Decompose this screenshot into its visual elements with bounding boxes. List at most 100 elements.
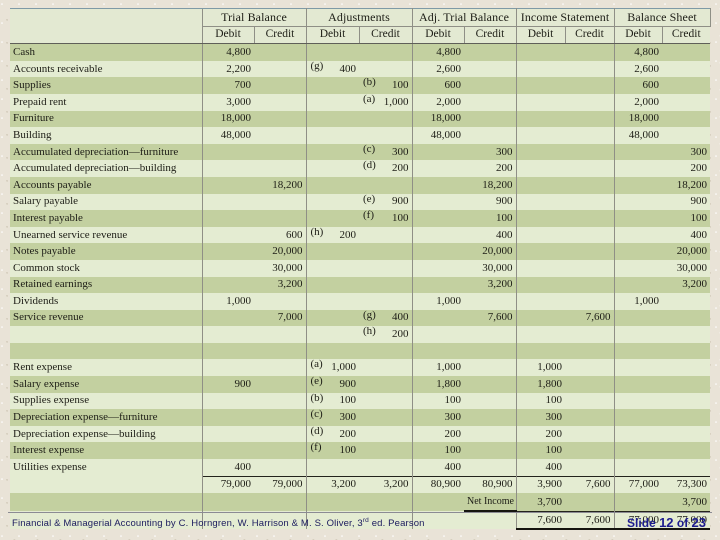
worksheet-row: Retained earnings 3,200 3,200 3,200	[10, 276, 711, 294]
adj-credit-cell	[359, 409, 412, 426]
adj-debit-cell: (e) 900	[305, 376, 359, 393]
bs-debit-cell	[613, 193, 663, 211]
adj-credit-cell: (d) 200	[359, 160, 412, 177]
atb-credit-cell	[464, 77, 516, 94]
bs-debit-cell: 4,800	[613, 43, 663, 61]
bs-credit-cell	[662, 342, 711, 360]
bs-debit-cell	[613, 359, 663, 377]
total-adj-credit: 3,200	[359, 475, 412, 494]
bs-debit-cell: 48,000	[613, 127, 663, 144]
worksheet-row: Depreciation expense—building (d) 200 200 20…	[10, 425, 711, 443]
adj-credit-cell	[359, 43, 412, 61]
is-credit-cell	[565, 442, 615, 460]
is-debit-cell	[515, 77, 565, 94]
is-credit-cell	[565, 60, 615, 78]
atb-debit-cell: 18,000	[411, 110, 464, 128]
adj-debit-cell	[305, 193, 359, 211]
tb-credit-cell	[254, 60, 306, 78]
is-credit-cell	[565, 425, 615, 443]
bs-debit-cell	[613, 409, 663, 426]
bs-credit-cell: 400	[662, 226, 711, 244]
atb-debit-cell	[411, 143, 464, 161]
account-name-cell: Interest expense	[10, 442, 203, 460]
credit-text-main: Financial & Managerial Accounting by C. …	[12, 518, 363, 530]
account-name-cell: Building	[10, 127, 203, 144]
adj-debit-cell: (g) 400	[305, 60, 359, 78]
sub-header-is-debit: Debit	[515, 25, 565, 45]
bs-debit-cell: 2,000	[613, 93, 663, 111]
tb-debit-cell: 48,000	[201, 127, 254, 144]
atb-credit-cell	[464, 110, 516, 128]
account-name-cell: Prepaid rent	[10, 93, 203, 111]
worksheet-row: Salary expense 900 (e) 900 1,800 1,800	[10, 376, 711, 393]
tb-debit-cell	[201, 176, 254, 194]
tb-credit-cell	[254, 459, 306, 477]
is-credit-cell: 7,600	[565, 309, 615, 327]
adj-debit-cell	[305, 127, 359, 144]
slide-counter-prefix: Slide	[627, 516, 660, 530]
is-credit-cell	[565, 342, 615, 360]
is-credit-cell	[565, 77, 615, 94]
adjustment-ref-tag: (d)	[310, 425, 324, 437]
adj-credit-cell: (g) 400	[359, 309, 412, 327]
sub-header-atb-credit: Credit	[463, 25, 516, 45]
adj-debit-cell	[305, 293, 359, 310]
account-name-cell: Furniture	[10, 110, 203, 128]
bs-debit-cell	[613, 259, 663, 277]
atb-credit-cell	[464, 60, 516, 78]
column-sub-header-row: Debit Credit Debit Credit Debit Credit D…	[10, 25, 711, 45]
is-debit-cell	[515, 342, 565, 360]
adj-debit-cell	[305, 259, 359, 277]
account-name-cell: Cash	[10, 43, 203, 61]
adj-credit-cell	[359, 425, 412, 443]
sub-header-atb-debit: Debit	[411, 25, 464, 45]
bs-debit-cell	[613, 442, 663, 460]
bs-credit-cell	[662, 93, 711, 111]
adj-debit-cell: (c) 300	[305, 409, 359, 426]
atb-credit-cell	[464, 359, 516, 377]
adj-debit-cell	[305, 342, 359, 360]
is-credit-cell	[565, 409, 615, 426]
worksheet-row: Supplies expense (b) 100 100 100	[10, 392, 711, 410]
tb-credit-cell	[254, 359, 306, 377]
worksheet-row: Building 48,000 48,000 48,000	[10, 127, 711, 144]
atb-debit-cell	[411, 309, 464, 327]
adjustment-ref-tag: (a)	[310, 359, 323, 371]
atb-debit-cell	[411, 193, 464, 211]
tb-debit-cell	[201, 143, 254, 161]
adj-debit-cell	[305, 176, 359, 194]
is-credit-cell	[565, 243, 615, 260]
worksheet-row: Salary payable (e) 900 900 900	[10, 193, 711, 211]
worksheet-row: Interest payable (f) 100 100 100	[10, 210, 711, 227]
tb-credit-cell	[254, 293, 306, 310]
tb-credit-cell	[254, 93, 306, 111]
bs-credit-cell	[662, 409, 711, 426]
tb-debit-cell	[201, 326, 254, 343]
worksheet-row: Prepaid rent 3,000 (a) 1,000 2,000 2,000	[10, 93, 711, 111]
tb-credit-cell: 600	[254, 226, 306, 244]
bs-credit-cell: 30,000	[662, 259, 711, 277]
bs-debit-cell	[613, 210, 663, 227]
total-bs-debit: 77,000	[613, 475, 663, 494]
is-debit-cell	[515, 43, 565, 61]
is-debit-cell	[515, 110, 565, 128]
tb-credit-cell	[254, 77, 306, 94]
group-header-trial-balance: Trial Balance	[201, 8, 307, 27]
tb-debit-cell	[201, 210, 254, 227]
adj-debit-cell: (f) 100	[305, 442, 359, 460]
worksheet-row: Accounts receivable 2,200 (g) 400 2,600 2,600	[10, 60, 711, 78]
total-tb-debit: 79,000	[201, 475, 254, 494]
net-income-is-credit	[565, 493, 615, 512]
atb-credit-cell	[464, 459, 516, 477]
is-debit-cell	[515, 176, 565, 194]
is-debit-cell	[515, 326, 565, 343]
bs-credit-cell: 100	[662, 210, 711, 227]
is-debit-cell	[515, 127, 565, 144]
tb-debit-cell	[201, 160, 254, 177]
account-name-cell: Accumulated depreciation—building	[10, 160, 203, 177]
worksheet-row: Cash 4,800 4,800 4,800	[10, 43, 711, 61]
atb-debit-cell	[411, 176, 464, 194]
is-credit-cell	[565, 359, 615, 377]
accounting-worksheet-table: Trial Balance Adjustments Adj. Trial Bal…	[10, 8, 711, 531]
is-credit-cell	[565, 210, 615, 227]
